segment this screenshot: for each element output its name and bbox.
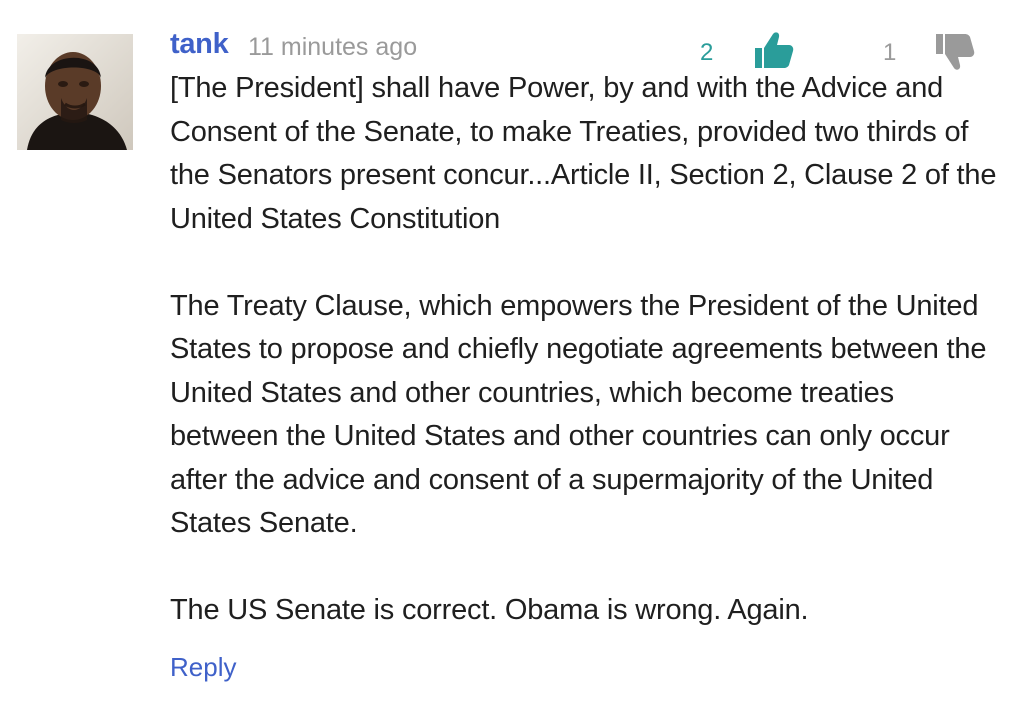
timestamp[interactable]: 11 minutes ago bbox=[248, 33, 417, 62]
comment: tank 11 minutes ago 2 1 [The President] … bbox=[0, 0, 1024, 720]
likes-count: 2 bbox=[700, 39, 714, 66]
reply-link[interactable]: Reply bbox=[170, 652, 236, 683]
comment-paragraph: The Treaty Clause, which empowers the Pr… bbox=[170, 289, 987, 540]
thumbs-up-icon[interactable] bbox=[753, 30, 795, 70]
dislikes-count: 1 bbox=[883, 39, 897, 66]
avatar[interactable] bbox=[17, 34, 133, 150]
author-name[interactable]: tank bbox=[170, 28, 229, 61]
comment-body: [The President] shall have Power, by and… bbox=[170, 67, 1000, 633]
comment-paragraph: [The President] shall have Power, by and… bbox=[170, 72, 997, 235]
thumbs-down-icon[interactable] bbox=[934, 32, 976, 72]
comment-paragraph: The US Senate is correct. Obama is wrong… bbox=[170, 594, 809, 626]
comment-header: tank 11 minutes ago 2 1 bbox=[170, 26, 990, 70]
avatar-image bbox=[17, 34, 133, 150]
